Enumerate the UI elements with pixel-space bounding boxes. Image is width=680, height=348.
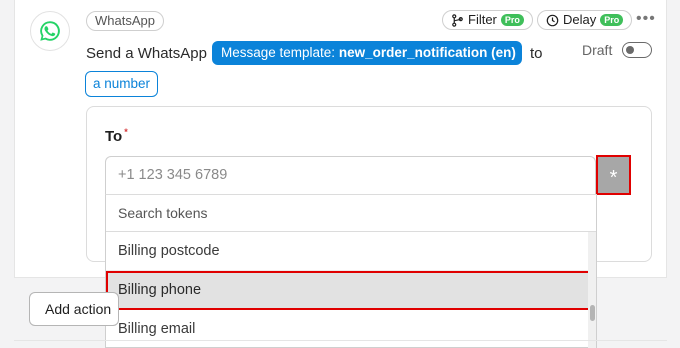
required-mark: *: [124, 127, 128, 137]
token-option-billing-phone[interactable]: Billing phone: [106, 271, 596, 310]
more-dots-icon[interactable]: •••: [636, 10, 656, 28]
to-field-label: To *: [105, 127, 128, 145]
filter-label: Filter: [468, 12, 497, 27]
filter-button[interactable]: Filter Pro: [442, 10, 533, 30]
to-phone-input[interactable]: +1 123 345 6789: [105, 156, 596, 194]
filter-pro-badge: Pro: [500, 14, 524, 26]
status-label: Draft: [582, 42, 613, 58]
dropdown-scroll-thumb[interactable]: [590, 305, 595, 321]
status-toggle[interactable]: [622, 42, 652, 58]
whatsapp-icon: [30, 11, 70, 51]
clock-icon: [546, 14, 559, 26]
add-action-button[interactable]: Add action: [29, 292, 119, 326]
dropdown-scrollbar[interactable]: [588, 232, 596, 348]
divider: [14, 340, 667, 341]
insert-token-button[interactable]: *: [596, 155, 631, 195]
delay-pro-badge: Pro: [600, 14, 624, 26]
token-option-billing-email[interactable]: Billing email: [106, 310, 596, 347]
token-dropdown: Search tokens Billing postcode Billing p…: [105, 194, 597, 348]
app-label-pill: WhatsApp: [86, 11, 164, 31]
to-label-text: To: [105, 128, 123, 145]
token-option-billing-postcode[interactable]: Billing postcode: [106, 232, 596, 271]
step-sentence-prefix: Send a WhatsApp: [86, 45, 207, 62]
token-search-input[interactable]: Search tokens: [106, 195, 596, 232]
template-prefix: Message template:: [221, 45, 336, 60]
recipient-pill[interactable]: a number: [85, 71, 159, 97]
step-sentence-to: to: [530, 45, 543, 62]
delay-label: Delay: [563, 12, 597, 27]
delay-button[interactable]: Delay Pro: [537, 10, 633, 30]
template-name: new_order_notification (en): [338, 45, 516, 60]
filter-branch-icon: [452, 13, 463, 27]
message-template-pill[interactable]: Message template: new_order_notification…: [212, 41, 522, 65]
